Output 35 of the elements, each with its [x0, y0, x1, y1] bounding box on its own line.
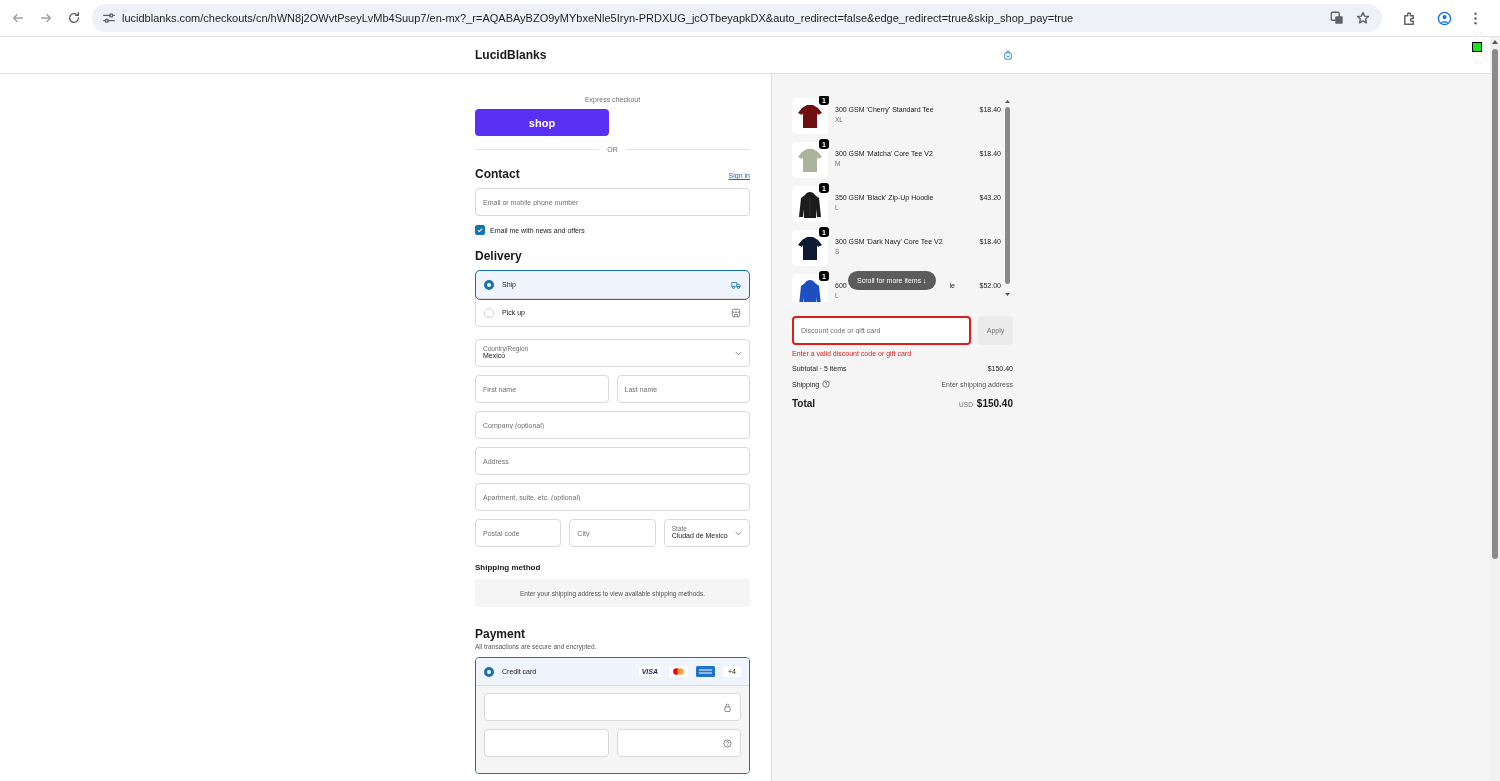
translate-icon[interactable] [1330, 11, 1344, 25]
card-number-field[interactable] [484, 693, 741, 721]
truck-icon [731, 279, 741, 290]
site-info-icon[interactable] [102, 11, 116, 25]
section-heading: Contact [475, 167, 520, 181]
chevron-down-icon [735, 350, 742, 356]
scrollbar-drawing[interactable] [1004, 98, 1011, 298]
reload-icon[interactable] [67, 11, 81, 25]
star-icon[interactable] [1356, 11, 1370, 25]
radio-button[interactable] [484, 666, 494, 677]
back-icon[interactable] [11, 11, 25, 25]
subsection-heading: Shipping method [475, 563, 542, 572]
forward-icon[interactable] [39, 11, 53, 25]
extensions-icon[interactable] [1402, 10, 1417, 26]
checkbox[interactable] [475, 225, 485, 235]
shop-pay-button[interactable]: shop [475, 109, 609, 136]
store-icon [731, 307, 741, 318]
card-logo-icon [696, 666, 715, 677]
section-heading: Payment [475, 627, 526, 641]
total-value: $150.40 [976, 398, 1013, 409]
status-indicator-icon [1472, 42, 1482, 52]
section-heading: Delivery [475, 249, 522, 263]
address-bar[interactable]: lucidblanks.com/checkouts/cn/hWN8j2OWvtPseyLvMb4Suup7/en-mx?_r=AQABAyBZO9yMYbxeNle5Iryn-PRDXUG_jcOTbeyapkDX&auto_redirect=false&edge_redirect=true&skip_shop_pay=true [92, 4, 1382, 32]
mastercard-icon [669, 666, 688, 677]
chevron-down-icon [735, 530, 742, 536]
total-label: Total [792, 398, 816, 409]
help-icon [723, 738, 732, 748]
expiry-field[interactable] [484, 729, 609, 757]
store-logo[interactable]: LucidBlanks [475, 48, 547, 62]
help-icon[interactable] [822, 380, 831, 388]
profile-icon[interactable] [1437, 10, 1452, 26]
lock-icon [723, 702, 732, 712]
shopping-bag-icon[interactable] [1003, 50, 1013, 60]
radio-button[interactable] [484, 279, 494, 290]
security-code-field[interactable] [616, 729, 741, 757]
